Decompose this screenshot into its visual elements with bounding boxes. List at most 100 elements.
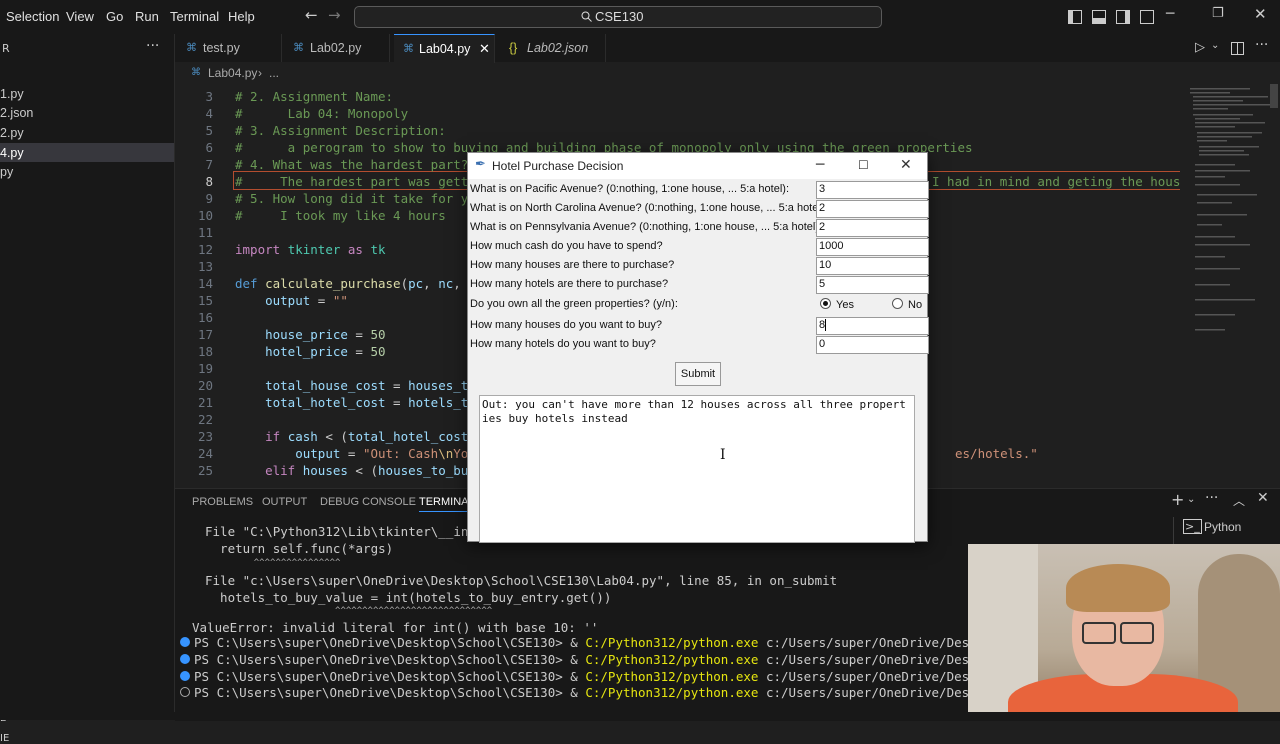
menu-help[interactable]: Help: [228, 9, 255, 24]
code-line: output = "": [265, 293, 348, 308]
terminal-list: >_ Python: [1173, 517, 1280, 547]
command-center[interactable]: CSE130: [354, 6, 882, 28]
cash-label: How much cash do you have to spend?: [470, 240, 663, 252]
line-number: 23: [197, 429, 213, 444]
more-actions-icon[interactable]: ···: [146, 38, 159, 54]
line-number: 20: [197, 378, 213, 393]
webcam-overlay: [968, 544, 1280, 720]
menu-go[interactable]: Go: [106, 9, 123, 24]
close-icon[interactable]: ✕: [1254, 5, 1267, 23]
line-number: 17: [197, 327, 213, 342]
menu-selection[interactable]: Selection: [6, 9, 59, 24]
terminal-shell-label[interactable]: Python: [1204, 520, 1241, 534]
code-line: house_price = 50: [265, 327, 386, 342]
file-item[interactable]: 2.py: [0, 126, 24, 140]
code-line: I had in mind and geting the houses: [932, 174, 1180, 189]
chevron-down-icon[interactable]: ⌄: [1211, 40, 1219, 51]
toggle-panel-icon[interactable]: [1092, 10, 1106, 24]
chevron-down-icon[interactable]: ⌄: [1187, 494, 1195, 505]
code-line: # I took my like 4 hours: [235, 208, 446, 223]
hotels-to-buy-label: How many hotels do you want to buy?: [470, 338, 656, 350]
customize-layout-icon[interactable]: [1140, 10, 1154, 24]
code-line: elif houses < (houses_to_buy): [265, 463, 483, 478]
tab-close-icon[interactable]: ✕: [479, 41, 490, 57]
terminal-command: PS C:\Users\super\OneDrive\Desktop\Schoo…: [180, 635, 1097, 650]
dialog-title-bar[interactable]: ✒ Hotel Purchase Decision ─ ☐ ✕: [468, 153, 927, 179]
forward-arrow-icon[interactable]: →: [328, 6, 341, 24]
tab-test-py[interactable]: ⌘ test.py: [175, 34, 282, 62]
pennsylvania-label: What is on Pennsylvania Avenue? (0:nothi…: [470, 221, 823, 233]
minimap[interactable]: [1185, 84, 1280, 354]
line-number: 15: [197, 293, 213, 308]
tab-label: Lab02.py: [310, 41, 362, 55]
maximize-panel-icon[interactable]: ︿: [1233, 492, 1245, 509]
radio-no[interactable]: No: [892, 298, 922, 311]
houses-to-buy-input[interactable]: 8: [816, 317, 929, 335]
north-carolina-label: What is on North Carolina Avenue? (0:not…: [470, 202, 828, 214]
line-number: 11: [197, 225, 213, 240]
line-number: 12: [197, 242, 213, 257]
hotels-to-buy-input[interactable]: 0: [816, 336, 929, 354]
add-terminal-icon[interactable]: +: [1171, 490, 1184, 509]
code-line: # 3. Assignment Description:: [235, 123, 446, 138]
split-editor-icon[interactable]: [1231, 42, 1244, 55]
north-carolina-input[interactable]: 2: [816, 200, 929, 218]
line-number: 6: [205, 140, 213, 155]
tab-problems[interactable]: PROBLEMS: [192, 496, 253, 508]
menu-view[interactable]: View: [66, 9, 94, 24]
breadcrumb-file[interactable]: Lab04.py: [208, 66, 257, 80]
more-actions-icon[interactable]: ···: [1205, 490, 1218, 506]
toggle-secondary-sidebar-icon[interactable]: [1116, 10, 1130, 24]
toggle-sidebar-icon[interactable]: [1068, 10, 1082, 24]
breadcrumb-symbol[interactable]: ...: [269, 66, 279, 80]
python-icon: ⌘: [186, 42, 197, 54]
line-number: 22: [197, 412, 213, 427]
menu-run[interactable]: Run: [135, 9, 159, 24]
pennsylvania-input[interactable]: 2: [816, 219, 929, 237]
code-line: total_house_cost = houses_to_: [265, 378, 484, 393]
run-icon[interactable]: ▷: [1195, 40, 1205, 55]
line-number: 18: [197, 344, 213, 359]
file-item[interactable]: py: [0, 165, 13, 179]
file-item-active[interactable]: 4.py: [0, 146, 24, 160]
tab-label: test.py: [203, 41, 240, 55]
status-bar: [0, 712, 1280, 720]
code-line: # 4. What was the hardest part? B: [235, 157, 484, 172]
hotels-available-input[interactable]: 5: [816, 276, 929, 294]
tab-lab02-json[interactable]: {} Lab02.json: [495, 34, 606, 62]
line-number: 10: [197, 208, 213, 223]
minimize-icon[interactable]: ─: [816, 157, 824, 173]
pacific-input[interactable]: 3: [816, 181, 929, 199]
restore-icon[interactable]: ❐: [1212, 6, 1224, 21]
editor-tabs: ⌘ test.py ⌘ Lab02.py ⌘ Lab04.py ✕ {} Lab…: [175, 34, 1280, 63]
cash-input[interactable]: 1000: [816, 238, 929, 256]
houses-available-input[interactable]: 10: [816, 257, 929, 275]
code-line: output = "Out: Cash\nYou: [295, 446, 476, 461]
line-number: 4: [205, 106, 213, 121]
terminal-line: hotels_to_buy_value = int(hotels_to_buy_…: [205, 590, 612, 605]
code-line: # The hardest part was getti: [235, 174, 476, 189]
line-number: 8: [205, 174, 213, 189]
tab-output[interactable]: OUTPUT: [262, 496, 307, 508]
close-panel-icon[interactable]: ✕: [1257, 490, 1269, 506]
tab-lab02-py[interactable]: ⌘ Lab02.py: [282, 34, 390, 62]
close-icon[interactable]: ✕: [900, 157, 912, 173]
code-line: def calculate_purchase(pc, nc, pa: [235, 276, 483, 291]
file-item[interactable]: 1.py: [0, 87, 24, 101]
title-bar: Selection View Go Run Terminal Help ← → …: [0, 0, 1280, 34]
maximize-icon[interactable]: ☐: [858, 158, 869, 172]
radio-yes[interactable]: Yes: [820, 298, 854, 311]
minimize-icon[interactable]: ─: [1166, 6, 1174, 22]
more-actions-icon[interactable]: ···: [1255, 37, 1268, 53]
code-line: hotel_price = 50: [265, 344, 386, 359]
submit-button[interactable]: Submit: [675, 362, 721, 386]
back-arrow-icon[interactable]: ←: [305, 6, 318, 24]
pacific-label: What is on Pacific Avenue? (0:nothing, 1…: [470, 183, 789, 195]
tab-debug-console[interactable]: DEBUG CONSOLE: [320, 496, 416, 508]
code-line: total_hotel_cost = hotels_to_: [265, 395, 484, 410]
sidebar-section-ie[interactable]: IE: [0, 733, 9, 744]
menu-terminal[interactable]: Terminal: [170, 9, 219, 24]
output-textbox[interactable]: Out: you can't have more than 12 houses …: [479, 395, 915, 543]
file-item[interactable]: 2.json: [0, 106, 33, 120]
tab-lab04-py[interactable]: ⌘ Lab04.py ✕: [394, 34, 495, 63]
